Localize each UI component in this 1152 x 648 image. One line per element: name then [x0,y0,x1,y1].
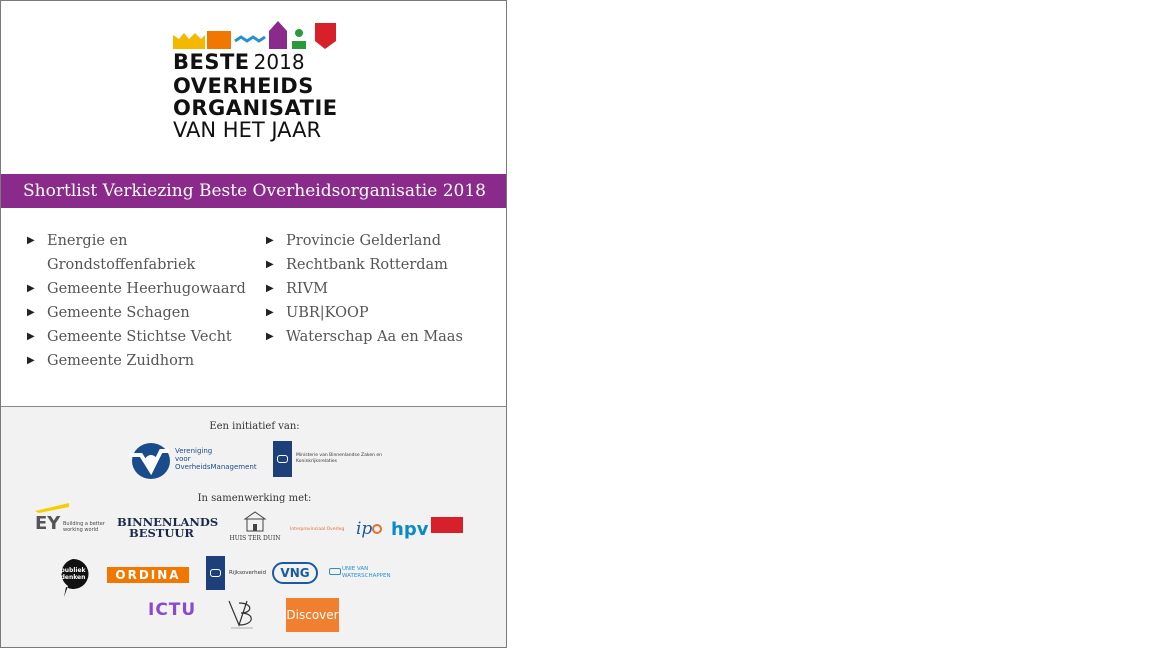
unie-line1: UNIE VAN [342,566,369,572]
publiek-line2: denken [60,574,86,581]
bullet-arrow-icon: ▶ [27,307,35,318]
list-item: ▶ UBR|KOOP [266,301,496,325]
ipo-wordmark: ip [356,519,373,539]
bullet-arrow-icon: ▶ [27,283,35,294]
building-emblem-icon [243,511,267,532]
vng-logo: VNG [272,562,318,584]
list-item: ▶ Gemeente Stichtse Vecht [27,325,247,349]
bullet-arrow-icon: ▶ [266,331,274,342]
list-item: ▶ Waterschap Aa en Maas [266,325,496,349]
bullet-arrow-icon: ▶ [266,283,274,294]
ministerie-bzk-logo: Ministerie van Binnenlandse Zaken en Kon… [273,441,388,481]
logo-line3: ORGANISATIE [173,96,338,120]
ey-wordmark: EY [35,513,61,534]
bullet-arrow-icon: ▶ [266,259,274,270]
ipo-tagline: Interprovinciaal Overleg [290,527,345,532]
vom-logo: Vereniging voor OverheidsManagement [127,441,262,483]
publiek-denken-logo: publiek denken [56,557,90,599]
bullet-arrow-icon: ▶ [266,307,274,318]
bullet-arrow-icon: ▶ [266,235,274,246]
monogram-icon [228,600,253,629]
ordina-logo: ORDINA [107,567,189,583]
list-item: ▶ Gemeente Heerhugowaard [27,277,247,301]
bullet-arrow-icon: ▶ [27,331,35,342]
crown-emblem-icon [273,441,292,477]
wave-icon [329,568,341,575]
binnenlands-line2: BESTUUR [129,526,194,540]
list-item: ▶ RIVM [266,277,496,301]
logo-line4: VAN HET JAAR [173,118,322,142]
list-item: ▶ Gemeente Schagen [27,301,247,325]
rijksoverheid-logo: Rijksoverheid [206,556,266,592]
ey-logo: EY Building a better working world [35,503,113,537]
logo-line2: OVERHEIDS [173,74,314,98]
logo-text: BESTE 2018 OVERHEIDS ORGANISATIE VAN HET … [173,51,338,141]
shortlist-banner: Shortlist Verkiezing Beste Overheidsorga… [1,174,506,208]
unie-van-waterschappen-logo: UNIE VAN WATERSCHAPPEN [329,566,399,584]
publiek-line1: publiek [60,567,86,574]
hpv-wordmark: hpv [391,519,429,540]
award-document: BESTE 2018 OVERHEIDS ORGANISATIE VAN HET … [0,0,507,648]
vom-line1: Vereniging [175,447,213,455]
list-item: ▶ Rechtbank Rotterdam [266,253,496,277]
list-item: ▶ Energie en Grondstoffenfabriek [27,229,247,277]
ipo-circle-icon [372,524,382,534]
huis-ter-duin-logo: HUIS TER DUIN [227,511,283,547]
sponsors-section: Een initiatief van: Vereniging voor Over… [1,406,506,647]
discover-logo: Discover [286,598,339,632]
minbzk-line2: Koninkrijksrelaties [296,459,337,464]
binnenlands-bestuur-logo: BINNENLANDS BESTUUR [117,516,218,543]
ey-beam-icon [35,503,69,513]
unie-line2: WATERSCHAPPEN [342,573,391,579]
logo-year: 2018 [253,50,305,74]
vom-emblem-icon [129,443,170,479]
crown-emblem-icon [206,556,225,590]
monogram-logo [225,595,259,631]
initiative-caption: Een initiatief van: [209,421,300,432]
ictu-logo: ICTU [148,600,197,620]
hpv-logo: hpv [391,517,465,543]
vom-line3: OverheidsManagement [175,463,257,471]
bullet-arrow-icon: ▶ [27,355,35,366]
award-logo: BESTE 2018 OVERHEIDS ORGANISATIE VAN HET … [171,19,341,149]
vom-line2: voor [175,455,191,463]
huis-ter-duin-wordmark: HUIS TER DUIN [229,535,281,542]
shortlist-column-1: ▶ Energie en Grondstoffenfabriek ▶ Gemeent… [27,229,247,373]
hpv-red-block-icon [431,517,463,533]
logo-shapes-icon [173,21,336,49]
rijksoverheid-wordmark: Rijksoverheid [229,570,266,576]
ipo-logo: Interprovinciaal Overleg ip [290,519,382,543]
ey-tagline-2: working world [63,527,99,533]
list-item: ▶ Gemeente Zuidhorn [27,349,247,373]
shortlist-column-2: ▶ Provincie Gelderland ▶ Rechtbank Rotterd… [266,229,496,349]
bullet-arrow-icon: ▶ [27,235,35,246]
logo-line1: BESTE [173,50,250,74]
list-item: ▶ Provincie Gelderland [266,229,496,253]
